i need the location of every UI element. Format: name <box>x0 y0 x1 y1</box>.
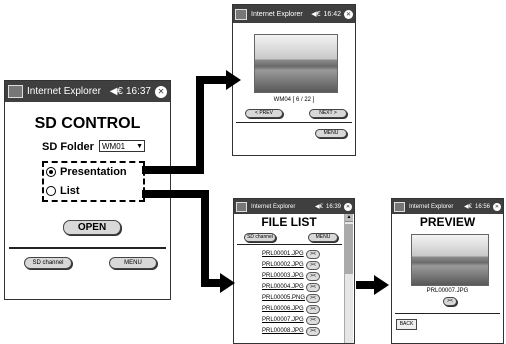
arrow-head-preview <box>374 275 389 295</box>
arrow-head-viewer <box>226 70 241 90</box>
flow-arrows <box>142 70 389 295</box>
arrow-presentation-to-viewer <box>142 76 228 174</box>
arrow-head-file-list <box>220 273 235 293</box>
arrow-list-to-file-list <box>142 190 222 287</box>
